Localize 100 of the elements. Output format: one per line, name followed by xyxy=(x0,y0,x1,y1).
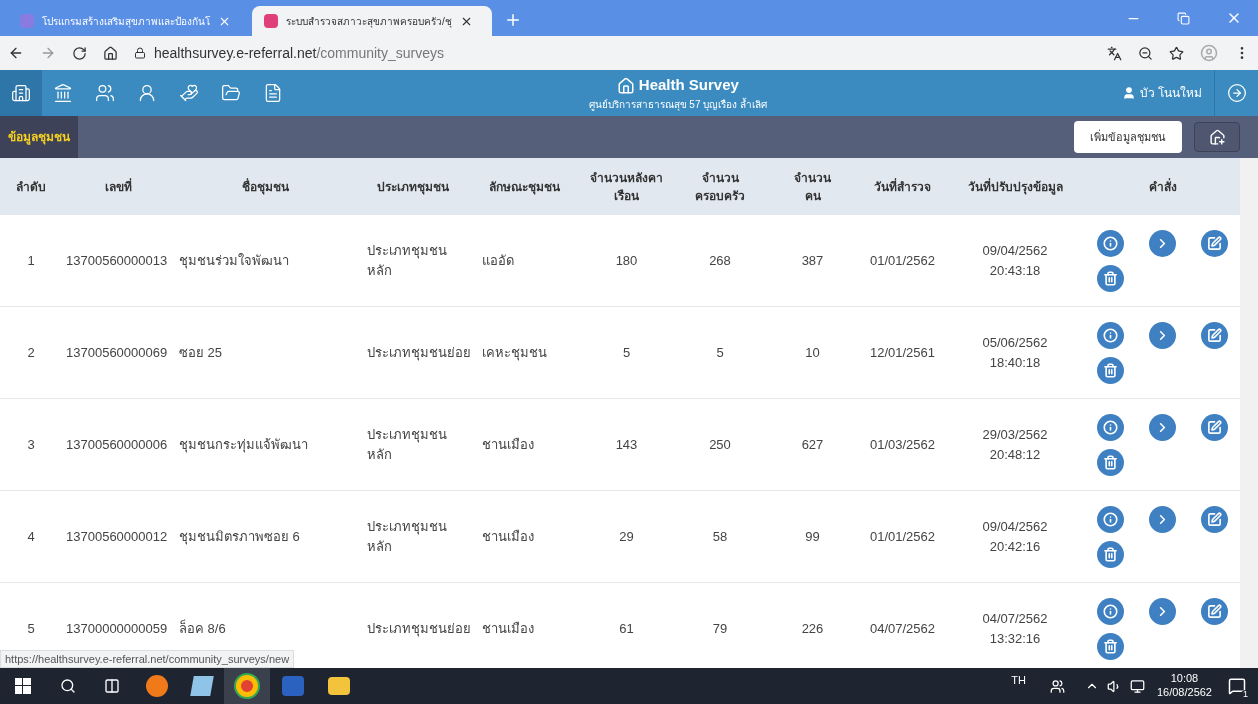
nav-button[interactable] xyxy=(0,70,42,116)
notification-icon[interactable] xyxy=(1228,677,1246,695)
edit-button[interactable] xyxy=(1200,229,1228,257)
column-header: คำสั่ง xyxy=(1147,177,1178,196)
edit-icon xyxy=(1206,327,1222,343)
table-cell: ชานเมือง xyxy=(482,528,534,544)
tab-title: ระบบสำรวจสภาวะสุขภาพครอบครัว/ชุ xyxy=(286,14,452,29)
table-cell: 04/07/2562 xyxy=(869,620,936,636)
url-field[interactable]: healthsurvey.e-referral.net/community_surveys xyxy=(154,42,444,64)
table-cell: 61 xyxy=(619,620,634,636)
buildings-icon xyxy=(11,83,31,103)
open-button[interactable] xyxy=(1149,505,1176,533)
table-cell: 01/01/2562 xyxy=(869,252,936,268)
search-icon[interactable] xyxy=(60,678,76,694)
favicon-icon xyxy=(264,14,278,28)
chrome-app-icon[interactable] xyxy=(236,675,258,697)
table-cell: 1 xyxy=(27,252,35,268)
table-cell: 180 xyxy=(615,252,638,268)
edit-button[interactable] xyxy=(1200,505,1228,533)
user-icon xyxy=(1121,86,1136,100)
table-cell-text: ประเภทชุมชน หลัก xyxy=(367,426,448,464)
network-icon[interactable] xyxy=(1129,678,1145,694)
table-cell: 2 xyxy=(27,344,35,360)
delete-button[interactable] xyxy=(1097,540,1125,568)
open-button[interactable] xyxy=(1149,413,1176,441)
trash-icon xyxy=(1103,454,1119,470)
notification-badge: 1 xyxy=(1241,690,1250,699)
table-cell: 01/03/2562 xyxy=(869,436,936,452)
translate-icon[interactable] xyxy=(1107,45,1122,61)
edit-button[interactable] xyxy=(1200,413,1228,441)
forward-icon[interactable] xyxy=(40,45,56,61)
info-button[interactable] xyxy=(1097,229,1125,257)
zoom-out-icon[interactable] xyxy=(1138,45,1153,61)
table-cell: 226 xyxy=(801,620,824,636)
clock-date[interactable]: 16/08/2562 xyxy=(1156,686,1212,700)
column-header: จำนวน ครอบครัว xyxy=(694,169,746,205)
back-icon[interactable] xyxy=(8,45,24,61)
delete-button[interactable] xyxy=(1097,448,1125,476)
open-button[interactable] xyxy=(1149,321,1176,349)
trash-icon xyxy=(1103,546,1119,562)
trash-icon xyxy=(1103,270,1119,286)
table-cell: 268 xyxy=(709,252,731,268)
table-cell: แออัด xyxy=(482,252,514,268)
app-title: Health Survey xyxy=(638,75,739,96)
table-cell: 01/01/2562 xyxy=(869,528,936,544)
table-cell: 29 xyxy=(619,528,634,544)
column-header: ลำดับ xyxy=(15,178,47,196)
browser-app-icon[interactable] xyxy=(146,675,168,697)
table-cell: 627 xyxy=(801,436,824,452)
info-button[interactable] xyxy=(1097,413,1125,441)
table-cell: 99 xyxy=(805,528,820,544)
table-cell: ชุมชนมิตรภาพซอย 6 xyxy=(179,528,300,544)
edit-icon xyxy=(1206,511,1222,527)
language-indicator[interactable]: TH xyxy=(1011,672,1026,689)
table-cell-text: 29/03/2562 20:48:12 xyxy=(981,426,1049,464)
trash-icon xyxy=(1103,638,1119,654)
table-cell: ล็อค 8/6 xyxy=(179,620,226,636)
table-cell: 5 xyxy=(622,344,631,360)
tab-title: โปรแกรมสร้างเสริมสุขภาพและป้องกันโ xyxy=(42,14,210,29)
people-icon xyxy=(95,83,115,103)
home-icon[interactable] xyxy=(103,45,118,61)
logout-icon xyxy=(1226,83,1247,103)
hand-heart-icon xyxy=(179,83,199,103)
table-cell: 58 xyxy=(712,528,728,544)
delete-button[interactable] xyxy=(1097,356,1125,384)
info-button[interactable] xyxy=(1097,597,1125,625)
open-button[interactable] xyxy=(1149,229,1176,257)
task-view-icon[interactable] xyxy=(104,678,120,694)
column-header: จำนวนหลังคา เรือน xyxy=(589,169,664,205)
table-cell: 13700000000059 xyxy=(66,620,168,636)
info-icon xyxy=(1103,603,1119,619)
table-cell-text: 09/04/2562 20:42:16 xyxy=(981,518,1049,556)
reload-icon[interactable] xyxy=(72,45,87,61)
section-title: ข้อมูลชุมชน xyxy=(0,116,78,158)
user-name[interactable]: บัว โนนใหม่ xyxy=(1139,84,1202,102)
info-icon xyxy=(1103,511,1119,527)
table-cell: 79 xyxy=(712,620,728,636)
add-community-button[interactable] xyxy=(1194,122,1240,152)
browser-tab[interactable]: ระบบสำรวจสภาวะสุขภาพครอบครัว/ชุ xyxy=(252,6,492,36)
delete-button[interactable] xyxy=(1097,632,1125,660)
profile-icon[interactable] xyxy=(1200,44,1218,62)
open-button[interactable] xyxy=(1149,597,1176,625)
lock-icon xyxy=(134,47,146,59)
table-cell-text: 09/04/2562 20:43:18 xyxy=(981,242,1049,280)
person-icon xyxy=(137,83,157,103)
new-tab-icon[interactable] xyxy=(504,11,522,29)
info-button[interactable] xyxy=(1097,321,1125,349)
delete-button[interactable] xyxy=(1097,264,1125,292)
info-button[interactable] xyxy=(1097,505,1125,533)
table-cell: 5 xyxy=(716,344,724,360)
folder-app-icon[interactable] xyxy=(328,677,350,695)
table-cell: เคหะชุมชน xyxy=(482,344,547,360)
edit-button[interactable] xyxy=(1200,321,1228,349)
people-icon[interactable] xyxy=(1049,678,1065,694)
edit-button[interactable] xyxy=(1200,597,1228,625)
clock-time[interactable]: 10:08 xyxy=(1170,672,1199,686)
restore-icon[interactable] xyxy=(1177,11,1190,25)
table-cell: 12/01/2561 xyxy=(869,344,936,360)
column-header: วันที่สำรวจ xyxy=(873,177,932,196)
star-icon[interactable] xyxy=(1169,45,1184,61)
